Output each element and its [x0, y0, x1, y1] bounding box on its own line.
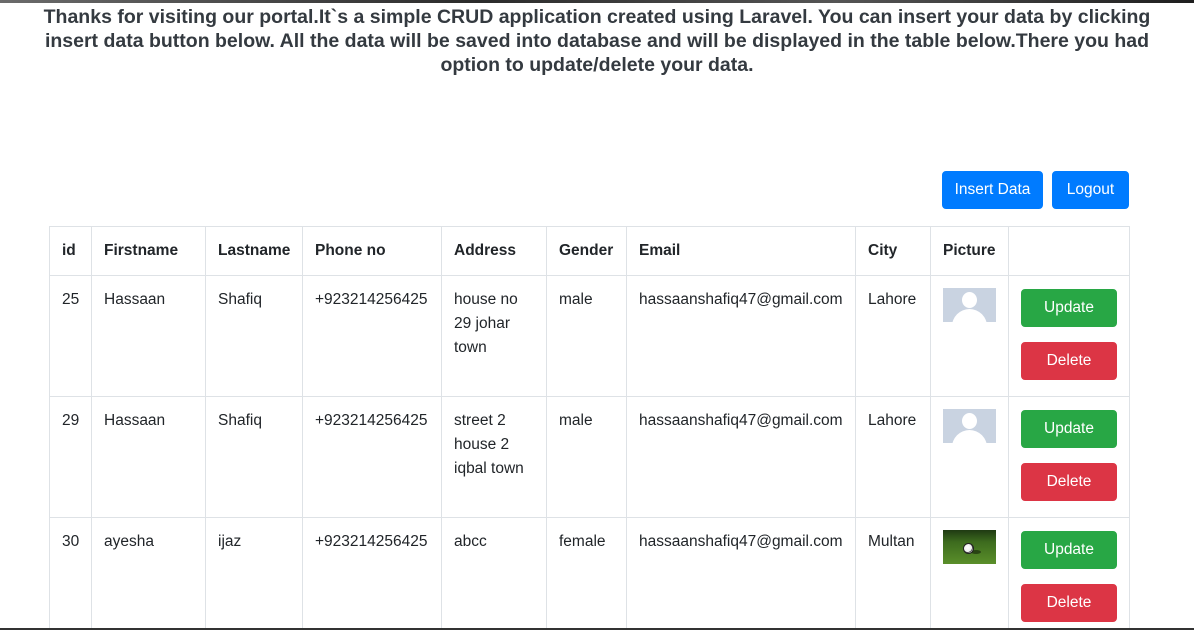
cell-city: Multan	[855, 517, 931, 630]
table-row: 29 Hassaan Shafiq +923214256425 street 2…	[49, 396, 1130, 518]
table-header: id Firstname Lastname Phone no Address G…	[49, 226, 1130, 276]
cell-actions: Update Delete	[1008, 517, 1130, 630]
header-gender: Gender	[546, 226, 627, 276]
records-table: id Firstname Lastname Phone no Address G…	[49, 226, 1130, 630]
cell-picture	[930, 396, 1009, 518]
header-phone: Phone no	[302, 226, 442, 276]
cell-actions: Update Delete	[1008, 275, 1130, 397]
header-firstname: Firstname	[91, 226, 206, 276]
header-actions	[1008, 226, 1130, 276]
header-address: Address	[441, 226, 547, 276]
cell-lastname: Shafiq	[205, 275, 303, 397]
cell-gender: male	[546, 396, 627, 518]
cell-address: abcc	[441, 517, 547, 630]
page: Thanks for visiting our portal.It`s a si…	[0, 0, 1194, 630]
cell-gender: female	[546, 517, 627, 630]
football-photo	[943, 530, 996, 564]
header-lastname: Lastname	[205, 226, 303, 276]
default-avatar-icon	[943, 288, 996, 322]
default-avatar-icon	[943, 409, 996, 443]
cell-phone: +923214256425	[302, 396, 442, 518]
cell-firstname: ayesha	[91, 517, 206, 630]
cell-lastname: Shafiq	[205, 396, 303, 518]
cell-picture	[930, 275, 1009, 397]
update-button[interactable]: Update	[1021, 531, 1117, 569]
cell-email: hassaanshafiq47@gmail.com	[626, 396, 856, 518]
cell-id: 25	[49, 275, 92, 397]
header-picture: Picture	[930, 226, 1009, 276]
table-row: 30 ayesha ijaz +923214256425 abcc female…	[49, 517, 1130, 630]
intro-text: Thanks for visiting our portal.It`s a si…	[43, 6, 1151, 76]
cell-city: Lahore	[855, 275, 931, 397]
cell-firstname: Hassaan	[91, 396, 206, 518]
cell-phone: +923214256425	[302, 275, 442, 397]
table-body: 25 Hassaan Shafiq +923214256425 house no…	[49, 275, 1130, 630]
table-row: 25 Hassaan Shafiq +923214256425 house no…	[49, 275, 1130, 397]
cell-lastname: ijaz	[205, 517, 303, 630]
cell-gender: male	[546, 275, 627, 397]
top-edge-divider	[0, 0, 1194, 3]
header-email: Email	[626, 226, 856, 276]
cell-id: 29	[49, 396, 92, 518]
cell-city: Lahore	[855, 396, 931, 518]
cell-phone: +923214256425	[302, 517, 442, 630]
cell-firstname: Hassaan	[91, 275, 206, 397]
table-header-row: id Firstname Lastname Phone no Address G…	[49, 226, 1130, 276]
cell-email: hassaanshafiq47@gmail.com	[626, 517, 856, 630]
cell-address: house no 29 johar town	[441, 275, 547, 397]
insert-data-button[interactable]: Insert Data	[942, 171, 1043, 209]
cell-address: street 2 house 2 iqbal town	[441, 396, 547, 518]
delete-button[interactable]: Delete	[1021, 463, 1117, 501]
update-button[interactable]: Update	[1021, 410, 1117, 448]
cell-actions: Update Delete	[1008, 396, 1130, 518]
logout-button[interactable]: Logout	[1052, 171, 1129, 209]
header-city: City	[855, 226, 931, 276]
cell-id: 30	[49, 517, 92, 630]
cell-email: hassaanshafiq47@gmail.com	[626, 275, 856, 397]
header-id: id	[49, 226, 92, 276]
cell-picture	[930, 517, 1009, 630]
delete-button[interactable]: Delete	[1021, 584, 1117, 622]
delete-button[interactable]: Delete	[1021, 342, 1117, 380]
update-button[interactable]: Update	[1021, 289, 1117, 327]
